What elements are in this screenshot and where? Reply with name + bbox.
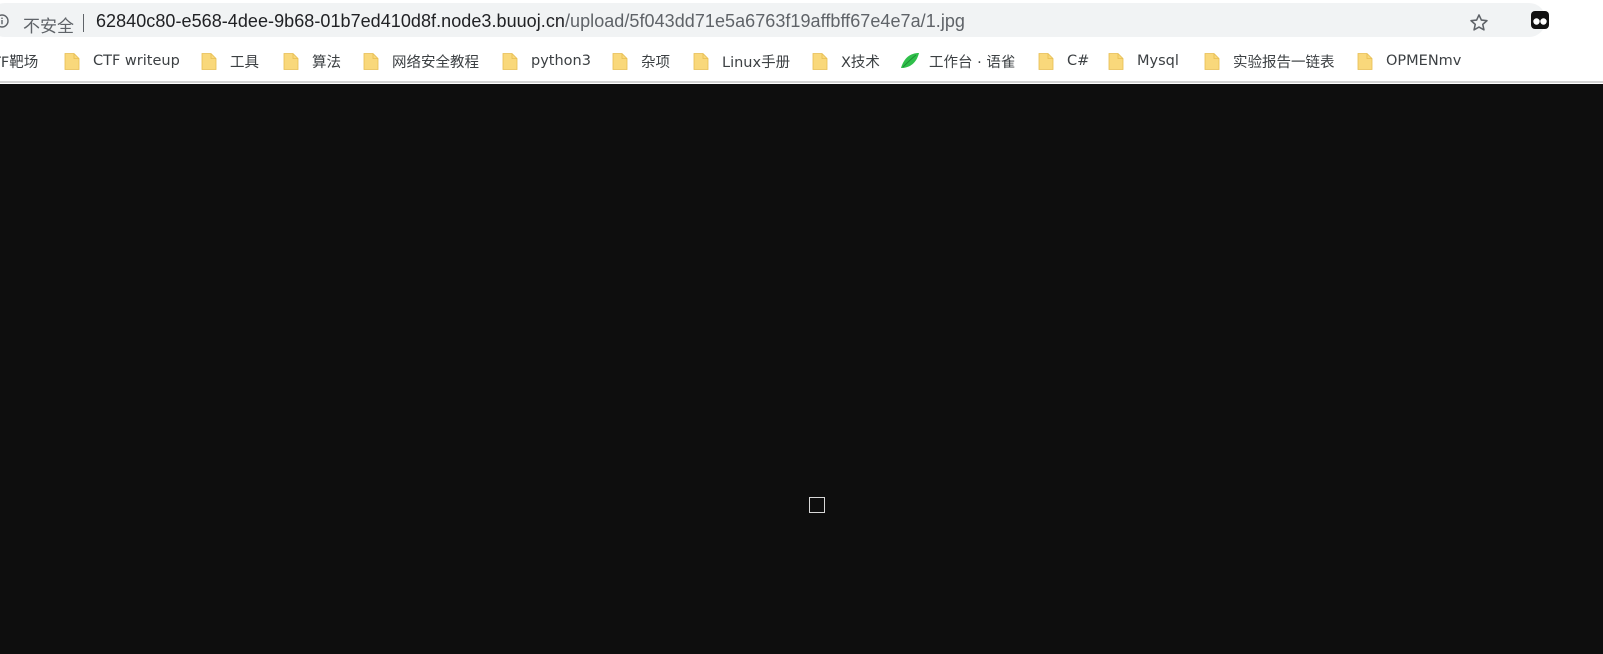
address-divider xyxy=(83,14,84,32)
bookmark-item[interactable]: C# xyxy=(1038,50,1089,72)
bookmark-label: 工具 xyxy=(230,54,259,71)
bookmark-label: C# xyxy=(1067,53,1090,69)
address-bar[interactable]: 不安全 62840c80-e568-4dee-9b68-01b7ed410d8f… xyxy=(0,3,1546,37)
bookmark-label: Linux手册 xyxy=(722,54,791,71)
url-text[interactable]: 62840c80-e568-4dee-9b68-01b7ed410d8f.nod… xyxy=(96,11,965,32)
bookmark-item[interactable]: 算法 xyxy=(283,50,341,72)
folder-icon xyxy=(1204,53,1220,70)
folder-icon xyxy=(283,53,299,70)
bookmark-label: Mysql xyxy=(1137,53,1179,69)
bookmark-label: 网络安全教程 xyxy=(392,54,479,71)
bookmark-item[interactable]: 杂项 xyxy=(612,50,670,72)
yuque-leaf-icon xyxy=(901,53,919,68)
bookmark-label: 杂项 xyxy=(641,54,670,71)
bookmark-label: CTF writeup xyxy=(93,53,180,69)
bookmark-item[interactable]: X技术 xyxy=(812,50,880,72)
folder-icon xyxy=(1108,53,1124,70)
folder-icon xyxy=(363,53,379,70)
info-icon[interactable] xyxy=(0,14,9,28)
bookmark-label: 算法 xyxy=(312,54,341,71)
bookmark-label: TF靶场 xyxy=(0,54,39,71)
folder-icon xyxy=(201,53,217,70)
bookmark-label: OPMENmv xyxy=(1386,53,1462,69)
folder-icon xyxy=(1357,53,1373,70)
browser-chrome: 不安全 62840c80-e568-4dee-9b68-01b7ed410d8f… xyxy=(0,0,1603,84)
folder-icon xyxy=(502,53,518,70)
folder-icon xyxy=(693,53,709,70)
url-host: 62840c80-e568-4dee-9b68-01b7ed410d8f.nod… xyxy=(96,11,565,31)
bookmark-item[interactable]: 实验报告一链表 xyxy=(1204,50,1335,72)
broken-image-icon xyxy=(809,497,825,513)
bookmark-item[interactable]: CTF writeup xyxy=(64,50,180,72)
url-path: /upload/5f043dd71e5a6763f19affbff67e4e7a… xyxy=(564,11,965,31)
security-label[interactable]: 不安全 xyxy=(23,12,74,37)
page-viewport xyxy=(0,84,1603,654)
folder-icon xyxy=(1038,53,1054,70)
bookmark-item[interactable]: Linux手册 xyxy=(693,50,790,72)
folder-icon xyxy=(612,53,628,70)
bookmark-item[interactable]: 网络安全教程 xyxy=(363,50,479,72)
star-icon[interactable] xyxy=(1468,12,1490,34)
bookmark-item[interactable]: 工作台 · 语雀 xyxy=(900,50,1015,72)
bookmark-item[interactable]: Mysql xyxy=(1108,50,1179,72)
bookmark-item[interactable]: OPMENmv xyxy=(1357,50,1461,72)
bookmark-label: 实验报告一链表 xyxy=(1233,54,1335,71)
bookmark-label: X技术 xyxy=(841,54,880,71)
folder-icon xyxy=(64,53,80,70)
bookmark-item[interactable]: python3 xyxy=(502,50,591,72)
bookmark-label: 工作台 · 语雀 xyxy=(929,54,1016,71)
bookmark-item[interactable]: 工具 xyxy=(201,50,259,72)
bookmarks-bar: TF靶场 CTF writeup 工具 算法 网络安全教程 python3 杂项 Linux手… xyxy=(0,44,1603,78)
bookmark-label: python3 xyxy=(531,53,591,69)
folder-icon xyxy=(812,53,828,70)
bookmark-item[interactable]: TF靶场 xyxy=(0,50,38,72)
toolbar-separator xyxy=(0,81,1603,83)
extension-icon[interactable] xyxy=(1530,10,1550,30)
